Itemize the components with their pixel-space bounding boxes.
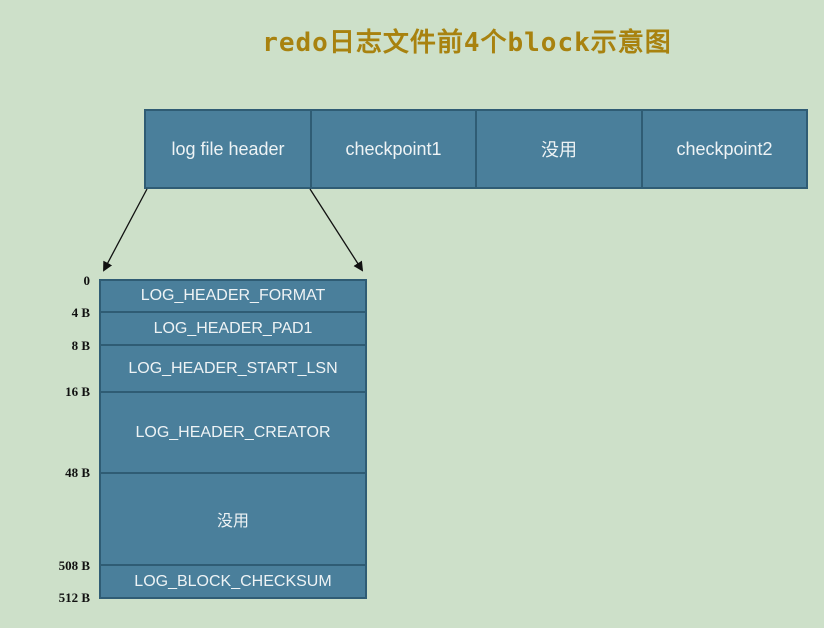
top-cell-log-file-header: log file header	[144, 109, 312, 189]
field-unused: 没用	[99, 472, 367, 566]
offset-label: 512 B	[58, 590, 90, 605]
field-log-header-pad1: LOG_HEADER_PAD1	[99, 311, 367, 346]
diagram-title: redo日志文件前4个block示意图	[262, 28, 672, 58]
field-log-header-creator: LOG_HEADER_CREATOR	[99, 391, 367, 474]
top-cell-checkpoint2: checkpoint2	[641, 109, 808, 189]
offset-label: 16 B	[65, 384, 90, 399]
offset-label: 508 B	[58, 558, 90, 573]
field-log-block-checksum: LOG_BLOCK_CHECKSUM	[99, 564, 367, 599]
left-arrow	[103, 188, 148, 272]
field-log-header-format: LOG_HEADER_FORMAT	[99, 279, 367, 313]
top-cell-unused: 没用	[475, 109, 643, 189]
offset-label: 48 B	[65, 465, 90, 480]
field-log-header-start-lsn: LOG_HEADER_START_LSN	[99, 344, 367, 393]
offset-label: 8 B	[71, 338, 90, 353]
top-cell-checkpoint1: checkpoint1	[310, 109, 477, 189]
right-arrow	[309, 188, 364, 272]
offset-label: 4 B	[71, 305, 90, 320]
offset-label: 0	[83, 273, 91, 288]
